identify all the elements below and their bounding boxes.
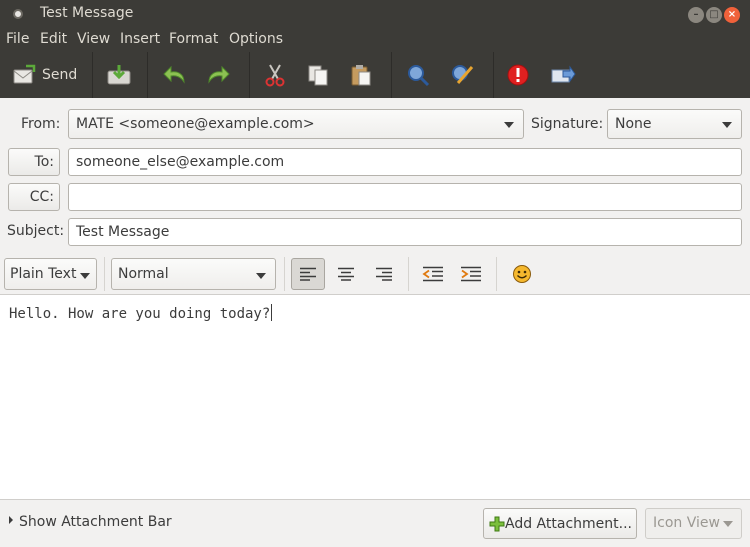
indent-button[interactable] [454, 258, 488, 290]
send-button[interactable]: Send [12, 60, 77, 90]
save-draft-button[interactable] [106, 60, 132, 90]
subject-field[interactable]: Test Message [68, 218, 742, 246]
subject-label: Subject: [7, 223, 65, 239]
forward-button[interactable] [550, 60, 576, 90]
align-left-button[interactable] [291, 258, 325, 290]
plus-icon [489, 516, 505, 531]
toolbar-separator [249, 52, 250, 98]
window-title: Test Message [40, 5, 134, 21]
add-attachment-label: Add Attachment... [505, 515, 632, 532]
spellcheck-icon [452, 65, 474, 84]
format-separator [408, 257, 409, 291]
toolbar-separator [92, 52, 93, 98]
show-attachment-bar-toggle[interactable]: Show Attachment Bar [9, 514, 172, 530]
format-separator [104, 257, 105, 291]
menu-options[interactable]: Options [229, 31, 283, 47]
undo-icon [163, 65, 185, 84]
cut-button[interactable] [263, 60, 287, 90]
signature-select[interactable]: None [607, 109, 742, 139]
paste-icon [351, 65, 371, 86]
menu-bar: File Edit View Insert Format Options [0, 28, 750, 52]
redo-button[interactable] [205, 60, 231, 90]
send-mail-icon [13, 64, 36, 84]
attachment-view-select[interactable]: Icon View [645, 508, 742, 539]
to-field[interactable]: someone_else@example.com [68, 148, 742, 176]
magnifier-icon [408, 65, 430, 87]
cc-field[interactable] [68, 183, 742, 211]
toolbar-separator [391, 52, 392, 98]
chevron-down-icon [504, 122, 514, 128]
chevron-down-icon [722, 122, 732, 128]
smiley-icon [513, 265, 531, 283]
expander-arrow-icon [9, 516, 13, 524]
chevron-down-icon [256, 273, 266, 279]
maximize-icon[interactable]: □ [706, 7, 722, 23]
attachment-view-value: Icon View [653, 515, 720, 531]
find-button[interactable] [406, 60, 430, 90]
align-left-icon [300, 267, 316, 281]
align-right-button[interactable] [367, 258, 401, 290]
paste-button[interactable] [349, 60, 373, 90]
send-label: Send [42, 67, 78, 83]
chevron-down-icon [80, 273, 90, 279]
priority-button[interactable] [506, 60, 530, 90]
signature-label: Signature: [531, 116, 604, 132]
toolbar-separator [147, 52, 148, 98]
paragraph-style-select[interactable]: Normal [111, 258, 276, 290]
align-center-button[interactable] [329, 258, 363, 290]
insert-emoticon-button[interactable] [505, 258, 539, 290]
to-button[interactable]: To: [8, 148, 60, 176]
from-select[interactable]: MATE <someone@example.com> [68, 109, 524, 139]
format-separator [284, 257, 285, 291]
align-center-icon [338, 267, 354, 281]
scissors-icon [265, 64, 285, 87]
toolbar-separator [493, 52, 494, 98]
menu-format[interactable]: Format [169, 31, 218, 47]
cc-button[interactable]: CC: [8, 183, 60, 211]
attachment-toggle-label: Show Attachment Bar [19, 514, 172, 530]
copy-icon [308, 65, 328, 86]
align-right-icon [376, 267, 392, 281]
save-draft-icon [107, 65, 131, 85]
spellcheck-button[interactable] [450, 60, 476, 90]
menu-insert[interactable]: Insert [120, 31, 160, 47]
forward-mail-icon [551, 65, 576, 83]
menu-edit[interactable]: Edit [40, 31, 67, 47]
outdent-button[interactable] [416, 258, 450, 290]
undo-button[interactable] [162, 60, 188, 90]
signature-value: None [615, 116, 652, 132]
format-mode-select[interactable]: Plain Text [4, 258, 97, 290]
add-attachment-button[interactable]: Add Attachment... [483, 508, 637, 539]
outdent-icon [422, 266, 443, 282]
message-body-editor[interactable]: Hello. How are you doing today? [0, 294, 750, 500]
minimize-icon[interactable]: – [688, 7, 704, 23]
menu-file[interactable]: File [6, 31, 29, 47]
chevron-down-icon [723, 521, 733, 527]
composer-window: Test Message – □ × File Edit View Insert… [0, 0, 750, 547]
close-icon[interactable]: × [724, 7, 740, 23]
indent-icon [461, 266, 481, 282]
format-separator [496, 257, 497, 291]
app-icon [13, 9, 23, 19]
toolbar: Send [0, 52, 750, 98]
redo-icon [208, 65, 230, 84]
from-label: From: [21, 116, 61, 132]
message-body: Hello. How are you doing today? [9, 304, 273, 322]
format-mode-value: Plain Text [10, 266, 77, 282]
text-cursor [271, 304, 273, 321]
menu-view[interactable]: View [77, 31, 110, 47]
title-bar: Test Message – □ × [0, 0, 750, 28]
important-icon [507, 64, 529, 86]
message-body-text: Hello. How are you doing today? [9, 306, 271, 322]
from-value: MATE <someone@example.com> [76, 116, 315, 132]
paragraph-style-value: Normal [118, 266, 169, 282]
copy-button[interactable] [306, 60, 330, 90]
